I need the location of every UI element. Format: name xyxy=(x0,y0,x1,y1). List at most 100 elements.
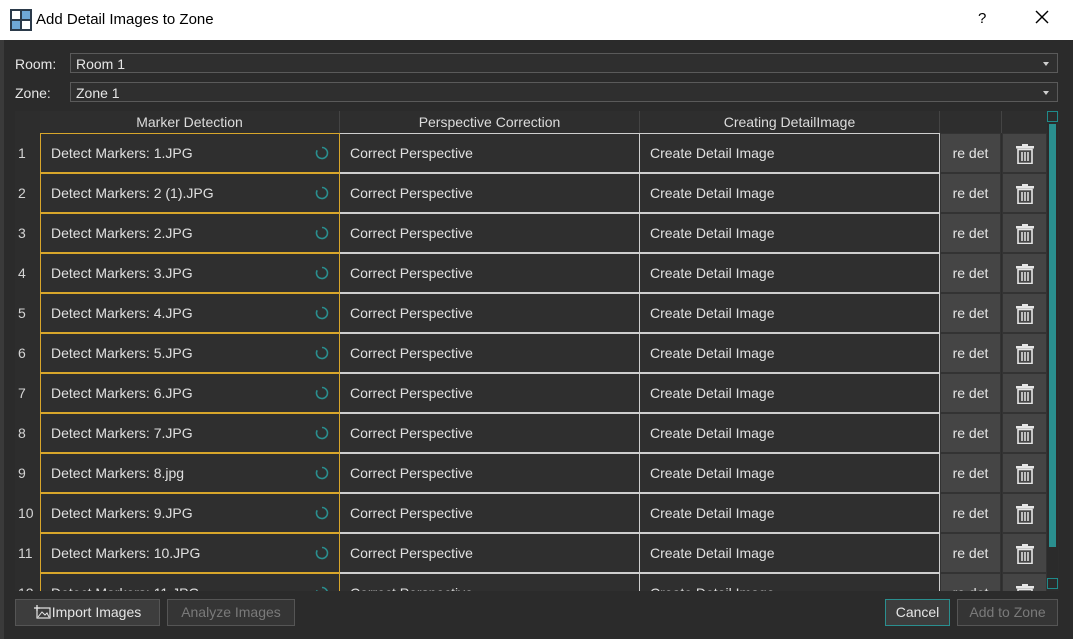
table-row: 4 Detect Markers: 3.JPG Correct Perspectiv… xyxy=(15,253,1048,293)
create-detail-image-cell[interactable]: Create Detail Image xyxy=(640,173,940,213)
table-row: 2 Detect Markers: 2 (1).JPG Correct Perspe… xyxy=(15,173,1048,213)
perspective-correction-cell[interactable]: Correct Perspective xyxy=(340,133,640,173)
perspective-correction-cell[interactable]: Correct Perspective xyxy=(340,253,640,293)
marker-detection-cell[interactable]: Detect Markers: 2.JPG xyxy=(40,213,340,253)
perspective-correction-cell[interactable]: Correct Perspective xyxy=(340,333,640,373)
add-to-zone-button[interactable]: Add to Zone xyxy=(957,599,1058,626)
perspective-correction-cell[interactable]: Correct Perspective xyxy=(340,173,640,213)
loading-spinner-icon xyxy=(316,586,328,591)
marker-detection-cell[interactable]: Detect Markers: 11.JPG xyxy=(40,573,340,591)
delete-row-button[interactable] xyxy=(1002,453,1047,493)
header-redetect xyxy=(940,111,1002,133)
redetect-button[interactable]: re det xyxy=(940,173,1001,213)
chevron-down-icon xyxy=(1043,62,1049,66)
marker-detection-cell[interactable]: Detect Markers: 2 (1).JPG xyxy=(40,173,340,213)
delete-row-button[interactable] xyxy=(1002,293,1047,333)
row-number: 7 xyxy=(18,385,26,401)
marker-detection-cell[interactable]: Detect Markers: 5.JPG xyxy=(40,333,340,373)
redetect-button[interactable]: re det xyxy=(940,253,1001,293)
perspective-correction-cell[interactable]: Correct Perspective xyxy=(340,453,640,493)
perspective-correction-cell[interactable]: Correct Perspective xyxy=(340,493,640,533)
marker-detection-cell[interactable]: Detect Markers: 4.JPG xyxy=(40,293,340,333)
create-detail-image-cell[interactable]: Create Detail Image xyxy=(640,253,940,293)
trash-icon xyxy=(1016,344,1034,364)
trash-icon xyxy=(1016,184,1034,204)
perspective-correction-cell[interactable]: Correct Perspective xyxy=(340,573,640,591)
scroll-thumb[interactable] xyxy=(1049,124,1056,547)
row-number: 6 xyxy=(18,345,26,361)
zone-select[interactable]: Zone 1 xyxy=(70,82,1058,102)
create-detail-image-cell[interactable]: Create Detail Image xyxy=(640,213,940,253)
marker-detection-text: Detect Markers: 11.JPG xyxy=(51,585,199,591)
delete-row-button[interactable] xyxy=(1002,533,1047,573)
delete-row-button[interactable] xyxy=(1002,573,1047,591)
redetect-button[interactable]: re det xyxy=(940,133,1001,173)
app-logo-icon xyxy=(10,9,32,31)
redetect-button[interactable]: re det xyxy=(940,213,1001,253)
zone-value: Zone 1 xyxy=(76,85,120,101)
redetect-button[interactable]: re det xyxy=(940,293,1001,333)
perspective-correction-cell[interactable]: Correct Perspective xyxy=(340,413,640,453)
table-row: 8 Detect Markers: 7.JPG Correct Perspectiv… xyxy=(15,413,1048,453)
delete-row-button[interactable] xyxy=(1002,493,1047,533)
trash-icon xyxy=(1016,584,1034,591)
trash-icon xyxy=(1016,224,1034,244)
perspective-correction-cell[interactable]: Correct Perspective xyxy=(340,533,640,573)
header-marker-detection[interactable]: Marker Detection xyxy=(40,111,340,133)
marker-detection-cell[interactable]: Detect Markers: 1.JPG xyxy=(40,133,340,173)
create-detail-image-cell[interactable]: Create Detail Image xyxy=(640,373,940,413)
redetect-button[interactable]: re det xyxy=(940,533,1001,573)
room-select[interactable]: Room 1 xyxy=(70,53,1058,73)
delete-row-button[interactable] xyxy=(1002,253,1047,293)
row-number: 5 xyxy=(18,305,26,321)
redetect-button[interactable]: re det xyxy=(940,413,1001,453)
import-images-button[interactable]: Import Images xyxy=(15,599,160,626)
perspective-correction-cell[interactable]: Correct Perspective xyxy=(340,373,640,413)
delete-row-button[interactable] xyxy=(1002,413,1047,453)
delete-row-button[interactable] xyxy=(1002,173,1047,213)
marker-detection-cell[interactable]: Detect Markers: 7.JPG xyxy=(40,413,340,453)
trash-icon xyxy=(1016,384,1034,404)
create-detail-image-cell[interactable]: Create Detail Image xyxy=(640,413,940,453)
table-scrollbar[interactable] xyxy=(1047,111,1058,589)
scroll-up-button[interactable] xyxy=(1047,111,1058,122)
perspective-correction-cell[interactable]: Correct Perspective xyxy=(340,293,640,333)
loading-spinner-icon xyxy=(315,306,329,320)
create-detail-image-cell[interactable]: Create Detail Image xyxy=(640,453,940,493)
create-detail-image-cell[interactable]: Create Detail Image xyxy=(640,493,940,533)
redetect-button[interactable]: re det xyxy=(940,333,1001,373)
help-button[interactable]: ? xyxy=(978,10,986,27)
create-detail-image-cell[interactable]: Create Detail Image xyxy=(640,133,940,173)
images-table: Marker Detection Perspective Correction … xyxy=(15,111,1059,591)
scroll-down-button[interactable] xyxy=(1047,578,1058,589)
create-detail-image-cell[interactable]: Create Detail Image xyxy=(640,333,940,373)
marker-detection-cell[interactable]: Detect Markers: 8.jpg xyxy=(40,453,340,493)
header-creating-detail-image[interactable]: Creating DetailImage xyxy=(640,111,940,133)
marker-detection-cell[interactable]: Detect Markers: 9.JPG xyxy=(40,493,340,533)
loading-spinner-icon xyxy=(315,266,329,280)
redetect-button[interactable]: re det xyxy=(940,493,1001,533)
perspective-correction-cell[interactable]: Correct Perspective xyxy=(340,213,640,253)
marker-detection-cell[interactable]: Detect Markers: 3.JPG xyxy=(40,253,340,293)
chevron-down-icon xyxy=(1043,91,1049,95)
create-detail-image-cell[interactable]: Create Detail Image xyxy=(640,293,940,333)
close-icon[interactable] xyxy=(1033,8,1051,26)
analyze-images-button[interactable]: Analyze Images xyxy=(167,599,295,626)
marker-detection-cell[interactable]: Detect Markers: 6.JPG xyxy=(40,373,340,413)
delete-row-button[interactable] xyxy=(1002,133,1047,173)
cancel-button[interactable]: Cancel xyxy=(885,599,950,626)
redetect-button[interactable]: re det xyxy=(940,453,1001,493)
redetect-button[interactable]: re det xyxy=(940,373,1001,413)
delete-row-button[interactable] xyxy=(1002,373,1047,413)
delete-row-button[interactable] xyxy=(1002,213,1047,253)
table-row: 3 Detect Markers: 2.JPG Correct Perspectiv… xyxy=(15,213,1048,253)
table-row: 7 Detect Markers: 6.JPG Correct Perspectiv… xyxy=(15,373,1048,413)
delete-row-button[interactable] xyxy=(1002,333,1047,373)
loading-spinner-icon xyxy=(315,186,329,200)
create-detail-image-cell[interactable]: Create Detail Image xyxy=(640,533,940,573)
header-perspective-correction[interactable]: Perspective Correction xyxy=(340,111,640,133)
marker-detection-cell[interactable]: Detect Markers: 10.JPG xyxy=(40,533,340,573)
table-row: 10 Detect Markers: 9.JPG Correct Perspecti… xyxy=(15,493,1048,533)
create-detail-image-cell[interactable]: Create Detail Image xyxy=(640,573,940,591)
redetect-button[interactable]: re det xyxy=(940,573,1001,591)
